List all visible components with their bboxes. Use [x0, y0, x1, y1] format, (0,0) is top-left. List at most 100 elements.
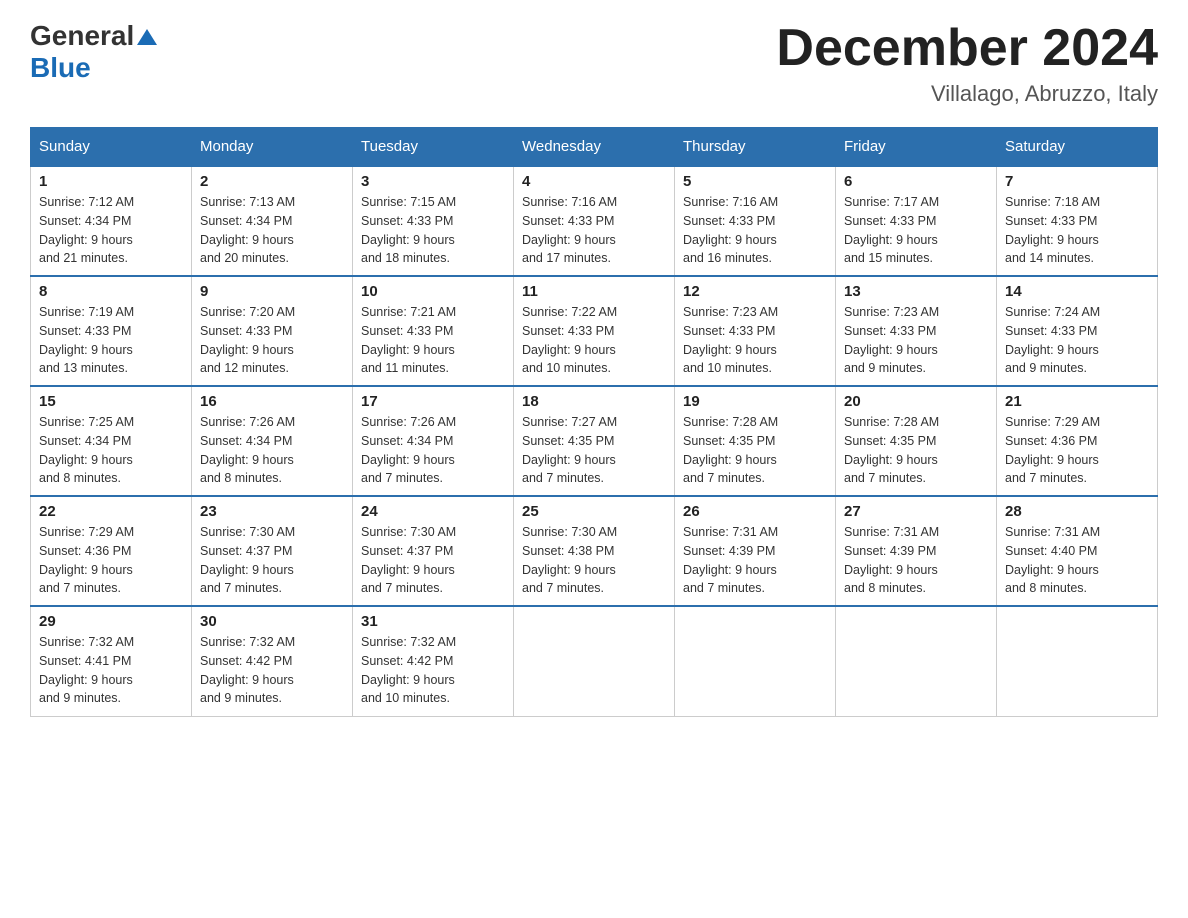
day-number: 13	[844, 283, 988, 300]
day-number: 26	[683, 503, 827, 520]
calendar-table: Sunday Monday Tuesday Wednesday Thursday…	[30, 127, 1158, 717]
table-row	[836, 606, 997, 716]
day-info: Sunrise: 7:27 AM Sunset: 4:35 PM Dayligh…	[522, 413, 666, 488]
day-info: Sunrise: 7:30 AM Sunset: 4:38 PM Dayligh…	[522, 523, 666, 598]
day-number: 31	[361, 613, 505, 630]
day-number: 10	[361, 283, 505, 300]
week-row-2: 8 Sunrise: 7:19 AM Sunset: 4:33 PM Dayli…	[31, 276, 1158, 386]
day-number: 21	[1005, 393, 1149, 410]
col-monday: Monday	[192, 128, 353, 167]
week-row-3: 15 Sunrise: 7:25 AM Sunset: 4:34 PM Dayl…	[31, 386, 1158, 496]
day-info: Sunrise: 7:19 AM Sunset: 4:33 PM Dayligh…	[39, 303, 183, 378]
day-number: 2	[200, 173, 344, 190]
col-thursday: Thursday	[675, 128, 836, 167]
table-row: 10 Sunrise: 7:21 AM Sunset: 4:33 PM Dayl…	[353, 276, 514, 386]
day-info: Sunrise: 7:16 AM Sunset: 4:33 PM Dayligh…	[683, 193, 827, 268]
day-info: Sunrise: 7:28 AM Sunset: 4:35 PM Dayligh…	[844, 413, 988, 488]
table-row: 11 Sunrise: 7:22 AM Sunset: 4:33 PM Dayl…	[514, 276, 675, 386]
table-row: 3 Sunrise: 7:15 AM Sunset: 4:33 PM Dayli…	[353, 166, 514, 276]
day-info: Sunrise: 7:13 AM Sunset: 4:34 PM Dayligh…	[200, 193, 344, 268]
logo-triangle-icon	[136, 26, 158, 48]
day-info: Sunrise: 7:26 AM Sunset: 4:34 PM Dayligh…	[361, 413, 505, 488]
col-saturday: Saturday	[997, 128, 1158, 167]
day-info: Sunrise: 7:31 AM Sunset: 4:39 PM Dayligh…	[844, 523, 988, 598]
table-row: 20 Sunrise: 7:28 AM Sunset: 4:35 PM Dayl…	[836, 386, 997, 496]
table-row	[675, 606, 836, 716]
day-number: 7	[1005, 173, 1149, 190]
day-number: 16	[200, 393, 344, 410]
day-info: Sunrise: 7:31 AM Sunset: 4:40 PM Dayligh…	[1005, 523, 1149, 598]
day-number: 20	[844, 393, 988, 410]
day-info: Sunrise: 7:23 AM Sunset: 4:33 PM Dayligh…	[844, 303, 988, 378]
table-row: 27 Sunrise: 7:31 AM Sunset: 4:39 PM Dayl…	[836, 496, 997, 606]
day-number: 4	[522, 173, 666, 190]
table-row: 7 Sunrise: 7:18 AM Sunset: 4:33 PM Dayli…	[997, 166, 1158, 276]
day-number: 14	[1005, 283, 1149, 300]
table-row: 4 Sunrise: 7:16 AM Sunset: 4:33 PM Dayli…	[514, 166, 675, 276]
title-area: December 2024 Villalago, Abruzzo, Italy	[776, 20, 1158, 107]
location-subtitle: Villalago, Abruzzo, Italy	[776, 81, 1158, 107]
day-number: 3	[361, 173, 505, 190]
day-number: 30	[200, 613, 344, 630]
page-header: General Blue December 2024 Villalago, Ab…	[30, 20, 1158, 107]
logo-blue-text: Blue	[30, 52, 91, 83]
day-info: Sunrise: 7:25 AM Sunset: 4:34 PM Dayligh…	[39, 413, 183, 488]
week-row-5: 29 Sunrise: 7:32 AM Sunset: 4:41 PM Dayl…	[31, 606, 1158, 716]
logo-general-text: General	[30, 20, 134, 52]
table-row: 13 Sunrise: 7:23 AM Sunset: 4:33 PM Dayl…	[836, 276, 997, 386]
day-number: 8	[39, 283, 183, 300]
day-info: Sunrise: 7:28 AM Sunset: 4:35 PM Dayligh…	[683, 413, 827, 488]
day-info: Sunrise: 7:31 AM Sunset: 4:39 PM Dayligh…	[683, 523, 827, 598]
table-row: 18 Sunrise: 7:27 AM Sunset: 4:35 PM Dayl…	[514, 386, 675, 496]
table-row: 2 Sunrise: 7:13 AM Sunset: 4:34 PM Dayli…	[192, 166, 353, 276]
day-number: 18	[522, 393, 666, 410]
day-info: Sunrise: 7:29 AM Sunset: 4:36 PM Dayligh…	[39, 523, 183, 598]
day-number: 11	[522, 283, 666, 300]
day-number: 28	[1005, 503, 1149, 520]
day-info: Sunrise: 7:32 AM Sunset: 4:42 PM Dayligh…	[200, 633, 344, 708]
day-info: Sunrise: 7:30 AM Sunset: 4:37 PM Dayligh…	[200, 523, 344, 598]
day-info: Sunrise: 7:18 AM Sunset: 4:33 PM Dayligh…	[1005, 193, 1149, 268]
day-info: Sunrise: 7:32 AM Sunset: 4:41 PM Dayligh…	[39, 633, 183, 708]
table-row: 22 Sunrise: 7:29 AM Sunset: 4:36 PM Dayl…	[31, 496, 192, 606]
table-row: 16 Sunrise: 7:26 AM Sunset: 4:34 PM Dayl…	[192, 386, 353, 496]
day-number: 6	[844, 173, 988, 190]
table-row: 14 Sunrise: 7:24 AM Sunset: 4:33 PM Dayl…	[997, 276, 1158, 386]
day-number: 17	[361, 393, 505, 410]
table-row: 9 Sunrise: 7:20 AM Sunset: 4:33 PM Dayli…	[192, 276, 353, 386]
day-info: Sunrise: 7:21 AM Sunset: 4:33 PM Dayligh…	[361, 303, 505, 378]
table-row: 23 Sunrise: 7:30 AM Sunset: 4:37 PM Dayl…	[192, 496, 353, 606]
table-row: 12 Sunrise: 7:23 AM Sunset: 4:33 PM Dayl…	[675, 276, 836, 386]
day-number: 5	[683, 173, 827, 190]
table-row: 21 Sunrise: 7:29 AM Sunset: 4:36 PM Dayl…	[997, 386, 1158, 496]
day-number: 25	[522, 503, 666, 520]
day-info: Sunrise: 7:15 AM Sunset: 4:33 PM Dayligh…	[361, 193, 505, 268]
day-number: 19	[683, 393, 827, 410]
day-number: 1	[39, 173, 183, 190]
table-row: 15 Sunrise: 7:25 AM Sunset: 4:34 PM Dayl…	[31, 386, 192, 496]
day-info: Sunrise: 7:24 AM Sunset: 4:33 PM Dayligh…	[1005, 303, 1149, 378]
day-number: 12	[683, 283, 827, 300]
table-row: 28 Sunrise: 7:31 AM Sunset: 4:40 PM Dayl…	[997, 496, 1158, 606]
table-row: 30 Sunrise: 7:32 AM Sunset: 4:42 PM Dayl…	[192, 606, 353, 716]
day-number: 24	[361, 503, 505, 520]
day-info: Sunrise: 7:29 AM Sunset: 4:36 PM Dayligh…	[1005, 413, 1149, 488]
day-info: Sunrise: 7:20 AM Sunset: 4:33 PM Dayligh…	[200, 303, 344, 378]
day-number: 23	[200, 503, 344, 520]
table-row: 17 Sunrise: 7:26 AM Sunset: 4:34 PM Dayl…	[353, 386, 514, 496]
table-row: 31 Sunrise: 7:32 AM Sunset: 4:42 PM Dayl…	[353, 606, 514, 716]
table-row	[514, 606, 675, 716]
day-info: Sunrise: 7:17 AM Sunset: 4:33 PM Dayligh…	[844, 193, 988, 268]
col-tuesday: Tuesday	[353, 128, 514, 167]
table-row: 19 Sunrise: 7:28 AM Sunset: 4:35 PM Dayl…	[675, 386, 836, 496]
day-info: Sunrise: 7:12 AM Sunset: 4:34 PM Dayligh…	[39, 193, 183, 268]
day-info: Sunrise: 7:23 AM Sunset: 4:33 PM Dayligh…	[683, 303, 827, 378]
week-row-4: 22 Sunrise: 7:29 AM Sunset: 4:36 PM Dayl…	[31, 496, 1158, 606]
day-number: 9	[200, 283, 344, 300]
month-title: December 2024	[776, 20, 1158, 77]
table-row: 25 Sunrise: 7:30 AM Sunset: 4:38 PM Dayl…	[514, 496, 675, 606]
table-row: 5 Sunrise: 7:16 AM Sunset: 4:33 PM Dayli…	[675, 166, 836, 276]
table-row: 26 Sunrise: 7:31 AM Sunset: 4:39 PM Dayl…	[675, 496, 836, 606]
col-sunday: Sunday	[31, 128, 192, 167]
day-info: Sunrise: 7:30 AM Sunset: 4:37 PM Dayligh…	[361, 523, 505, 598]
